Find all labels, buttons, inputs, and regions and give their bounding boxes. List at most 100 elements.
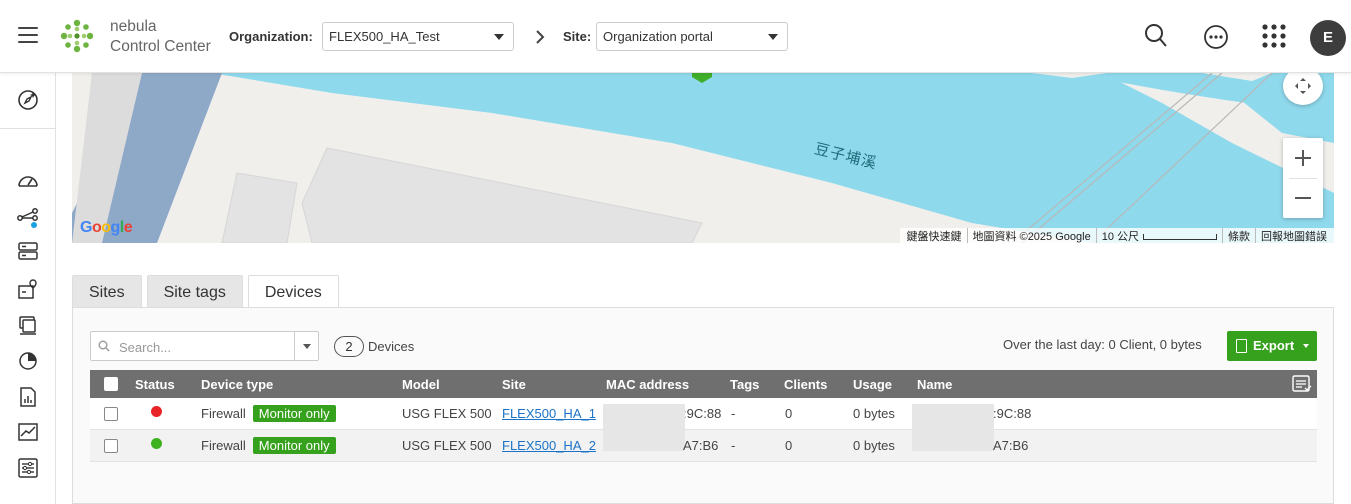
- site-link[interactable]: FLEX500_HA_2: [502, 438, 596, 453]
- mac-address: :9C:88: [683, 406, 722, 421]
- site-select[interactable]: Organization portal: [596, 22, 788, 51]
- zoom-control: [1283, 138, 1323, 218]
- status-dot: [151, 437, 162, 449]
- map-scale: 10 公尺: [1097, 227, 1223, 243]
- dashboard-gauge-icon[interactable]: [16, 169, 40, 193]
- device-usage: 0 bytes: [853, 406, 895, 421]
- minus-icon: [1295, 197, 1311, 199]
- device-model: USG FLEX 500: [402, 406, 492, 421]
- google-logo-letter: G: [80, 219, 92, 236]
- tab-bar: Sites Site tags Devices: [72, 275, 344, 309]
- tab-site-tags[interactable]: Site tags: [146, 275, 243, 308]
- search-icon[interactable]: [1140, 20, 1172, 52]
- map-scale-bar: [1143, 233, 1217, 240]
- server-icon[interactable]: [16, 239, 40, 263]
- map-attribution: 鍵盤快速鍵 地圖資料 ©2025 Google 10 公尺 條款 回報地圖錯誤: [899, 227, 1334, 244]
- device-tags: -: [731, 406, 736, 421]
- avatar[interactable]: E: [1310, 20, 1346, 56]
- tab-devices[interactable]: Devices: [247, 275, 339, 309]
- device-clients: 0: [785, 438, 793, 453]
- brand-line1: nebula: [110, 18, 157, 35]
- settings-sliders-icon[interactable]: [16, 456, 40, 480]
- site-label: Site:: [563, 29, 592, 44]
- devices-table: Status Device type Model Site MAC addres…: [90, 370, 1317, 462]
- table-row[interactable]: Firewall Monitor only USG FLEX 500 FLEX50…: [90, 398, 1317, 450]
- report-map-error-link[interactable]: 回報地圖錯誤: [1256, 228, 1332, 244]
- col-mac-address[interactable]: MAC address: [606, 370, 689, 398]
- site-value: Organization portal: [603, 29, 713, 44]
- report-icon[interactable]: [16, 385, 40, 409]
- google-logo-letter: o: [101, 219, 111, 236]
- col-usage[interactable]: Usage: [853, 370, 892, 398]
- document-icon: [1236, 339, 1247, 353]
- site-link[interactable]: FLEX500_HA_1: [502, 406, 596, 421]
- site-map[interactable]: 豆子埔溪 Google 鍵盤快速鍵 地圖資料 ©2025 Google 10 公…: [72, 73, 1334, 243]
- menu-icon[interactable]: [18, 27, 38, 43]
- nebula-logo: [60, 19, 94, 53]
- move-arrows-icon: [1295, 78, 1311, 94]
- col-device-type[interactable]: Device type: [201, 370, 273, 398]
- compass-icon[interactable]: [16, 88, 40, 112]
- zoom-out-button[interactable]: [1283, 178, 1323, 218]
- topology-icon[interactable]: [16, 206, 40, 230]
- device-clients: 0: [785, 406, 793, 421]
- line-chart-icon[interactable]: [16, 420, 40, 444]
- col-tags[interactable]: Tags: [730, 370, 759, 398]
- organization-label: Organization:: [229, 29, 313, 44]
- export-label: Export: [1253, 338, 1295, 353]
- device-model: USG FLEX 500: [402, 438, 492, 453]
- chevron-down-icon: [768, 34, 778, 40]
- device-count-label: Devices: [368, 339, 415, 354]
- search-dropdown-button[interactable]: [294, 332, 318, 360]
- col-site[interactable]: Site: [502, 370, 526, 398]
- device-usage: 0 bytes: [853, 438, 895, 453]
- monitor-only-badge: Monitor only: [252, 405, 336, 422]
- google-logo-letter: e: [123, 219, 133, 236]
- column-settings-icon[interactable]: [1292, 375, 1312, 393]
- select-all-checkbox[interactable]: [104, 377, 118, 391]
- export-button[interactable]: Export: [1227, 331, 1317, 361]
- search-icon: [98, 340, 110, 352]
- brand-line2: Control Center: [110, 38, 211, 55]
- device-name: :9C:88: [993, 406, 1032, 421]
- mac-address: A7:B6: [683, 438, 719, 453]
- map-data-credit: 地圖資料 ©2025 Google: [968, 227, 1097, 243]
- site-location-icon[interactable]: [16, 277, 40, 301]
- google-logo-letter: g: [110, 219, 121, 236]
- device-name: A7:B6: [993, 438, 1029, 453]
- col-clients[interactable]: Clients: [784, 370, 827, 398]
- row-checkbox[interactable]: [104, 406, 118, 421]
- search-input[interactable]: Search...: [90, 331, 319, 361]
- monitor-only-badge: Monitor only: [252, 437, 336, 454]
- pie-chart-icon[interactable]: [16, 348, 40, 372]
- organization-select[interactable]: FLEX500_HA_Test: [322, 22, 514, 51]
- search-placeholder: Search...: [119, 340, 172, 355]
- top-bar: nebula Control Center Organization: FLEX…: [0, 0, 1351, 73]
- row-checkbox[interactable]: [104, 438, 118, 453]
- plus-icon: [1295, 150, 1311, 166]
- organization-value: FLEX500_HA_Test: [329, 29, 440, 44]
- col-name[interactable]: Name: [917, 370, 952, 398]
- status-dot: [151, 405, 162, 417]
- brand-name: nebula Control Center: [110, 17, 211, 57]
- keyboard-shortcuts-link[interactable]: 鍵盤快速鍵: [902, 227, 968, 243]
- left-rail: [0, 73, 56, 504]
- device-tags: -: [731, 438, 736, 453]
- col-model[interactable]: Model: [402, 370, 440, 398]
- redacted-block: [912, 405, 994, 451]
- terms-link[interactable]: 條款: [1223, 227, 1256, 243]
- zoom-in-button[interactable]: [1283, 138, 1323, 178]
- map-scale-text: 10 公尺: [1101, 230, 1139, 243]
- redacted-block: [603, 405, 685, 451]
- more-icon[interactable]: [1200, 20, 1232, 52]
- devices-icon[interactable]: [16, 313, 40, 337]
- chevron-down-icon: [1303, 344, 1309, 348]
- apps-grid-icon[interactable]: [1258, 20, 1290, 52]
- table-header: Status Device type Model Site MAC addres…: [90, 370, 1317, 398]
- google-logo: Google: [80, 219, 133, 237]
- device-count-badge: 2: [334, 336, 364, 357]
- tab-sites[interactable]: Sites: [72, 275, 142, 308]
- chevron-down-icon: [494, 34, 504, 40]
- table-row[interactable]: Firewall Monitor only USG FLEX 500 FLEX50…: [90, 405, 1317, 462]
- col-status[interactable]: Status: [135, 370, 175, 398]
